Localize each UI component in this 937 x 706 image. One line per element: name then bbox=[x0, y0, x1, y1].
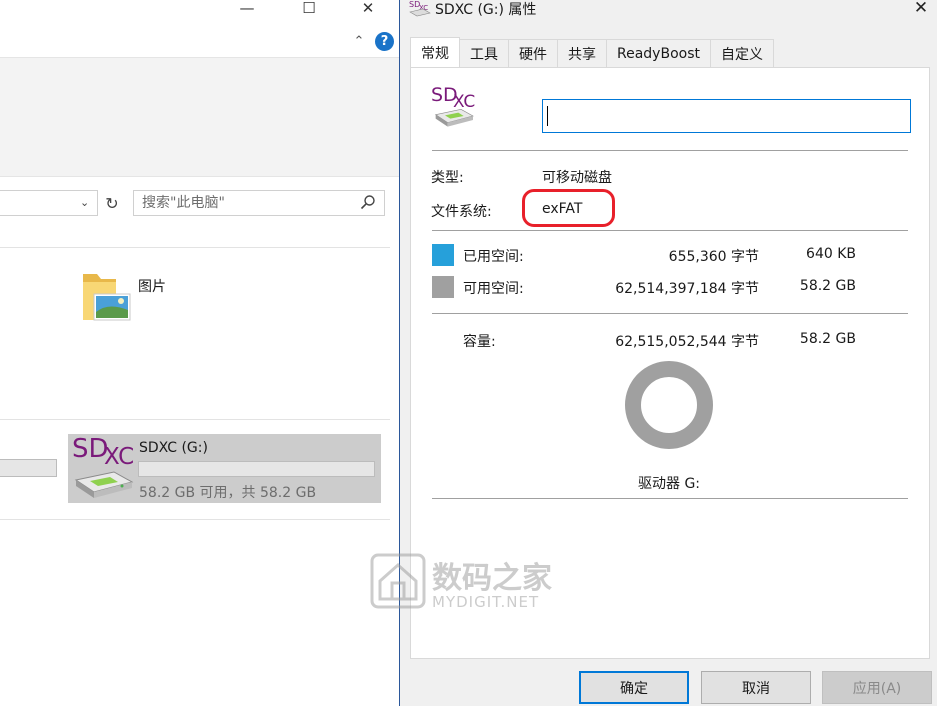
tab-general[interactable]: 常规 bbox=[410, 37, 460, 67]
used-space-size: 640 KB bbox=[806, 246, 856, 262]
explorer-window: — ☐ ✕ ⌃ ? ⌄ ↻ 图片 bbox=[0, 0, 400, 706]
free-space-bytes: 62,514,397,184 字节 bbox=[615, 281, 759, 297]
pictures-folder-icon bbox=[83, 274, 131, 321]
screen: — ☐ ✕ ⌃ ? ⌄ ↻ 图片 bbox=[0, 0, 937, 706]
drive-tile-sdxc[interactable]: SD XC SDXC (G:) 58.2 GB 可用，共 58.2 GB bbox=[68, 434, 381, 503]
drive-capacity-bar bbox=[138, 461, 375, 477]
free-space-size: 58.2 GB bbox=[799, 278, 856, 294]
free-space-label: 可用空间: bbox=[463, 281, 524, 297]
watermark-en-text: MYDIGIT.NET bbox=[432, 593, 540, 611]
capacity-size: 58.2 GB bbox=[799, 331, 856, 347]
used-space-bytes: 655,360 字节 bbox=[668, 249, 759, 265]
tab-customize[interactable]: 自定义 bbox=[709, 39, 774, 67]
drive-name: SDXC (G:) bbox=[139, 440, 208, 456]
disk-usage-donut bbox=[625, 361, 713, 449]
tab-bar: 常规 工具 硬件 共享 ReadyBoost 自定义 bbox=[410, 37, 774, 67]
text-caret bbox=[547, 106, 548, 126]
capacity-label: 容量: bbox=[463, 334, 496, 350]
sdxc-drive-icon: SD XC bbox=[409, 0, 431, 17]
used-space-swatch bbox=[432, 244, 454, 266]
watermark: 数码之家 MYDIGIT.NET bbox=[370, 551, 570, 613]
tab-tools[interactable]: 工具 bbox=[459, 39, 509, 67]
apply-button[interactable]: 应用(A) bbox=[822, 671, 932, 704]
drive-capacity-bar-partial bbox=[0, 459, 57, 477]
chevron-down-icon[interactable]: ⌄ bbox=[80, 196, 89, 209]
divider bbox=[0, 247, 390, 248]
divider bbox=[432, 150, 908, 151]
tab-readyboost[interactable]: ReadyBoost bbox=[606, 39, 711, 67]
type-label: 类型: bbox=[431, 170, 464, 186]
folder-label: 图片 bbox=[138, 279, 166, 295]
ribbon-collapse-icon[interactable]: ⌃ bbox=[349, 31, 369, 51]
volume-label-input[interactable] bbox=[542, 99, 911, 133]
folder-pictures[interactable]: 图片 bbox=[80, 268, 200, 328]
drive-letter-label: 驱动器 G: bbox=[638, 476, 701, 492]
close-icon[interactable]: ✕ bbox=[353, 0, 383, 17]
type-value: 可移动磁盘 bbox=[542, 170, 612, 186]
divider bbox=[432, 498, 908, 499]
sdxc-logo-sub: XC bbox=[104, 444, 135, 470]
maximize-icon[interactable]: ☐ bbox=[294, 0, 324, 17]
drive-free-text: 58.2 GB 可用，共 58.2 GB bbox=[139, 485, 317, 501]
divider bbox=[432, 313, 908, 314]
help-icon[interactable]: ? bbox=[375, 32, 394, 51]
search-box[interactable] bbox=[133, 190, 385, 216]
divider bbox=[0, 519, 390, 520]
search-input[interactable] bbox=[142, 194, 352, 212]
search-icon[interactable] bbox=[360, 194, 376, 210]
cancel-button[interactable]: 取消 bbox=[701, 671, 811, 704]
watermark-cn-text: 数码之家 bbox=[432, 561, 552, 596]
divider bbox=[0, 419, 390, 420]
used-space-label: 已用空间: bbox=[463, 249, 524, 265]
filesystem-label: 文件系统: bbox=[431, 204, 492, 220]
refresh-icon[interactable]: ↻ bbox=[101, 192, 123, 214]
tab-sharing[interactable]: 共享 bbox=[557, 39, 607, 67]
watermark-logo-icon bbox=[370, 553, 426, 609]
filesystem-highlight-annotation bbox=[522, 189, 615, 227]
ok-button[interactable]: 确定 bbox=[579, 671, 689, 704]
capacity-bytes: 62,515,052,544 字节 bbox=[615, 334, 759, 350]
free-space-swatch bbox=[432, 276, 454, 298]
tab-hardware[interactable]: 硬件 bbox=[508, 39, 558, 67]
close-icon[interactable]: ✕ bbox=[908, 0, 934, 18]
dialog-title: SDXC (G:) 属性 bbox=[435, 2, 537, 18]
ribbon-area bbox=[0, 57, 400, 177]
drive-icon bbox=[434, 108, 474, 127]
drive-icon bbox=[74, 471, 134, 498]
divider bbox=[432, 230, 908, 231]
minimize-icon[interactable]: — bbox=[232, 0, 262, 17]
